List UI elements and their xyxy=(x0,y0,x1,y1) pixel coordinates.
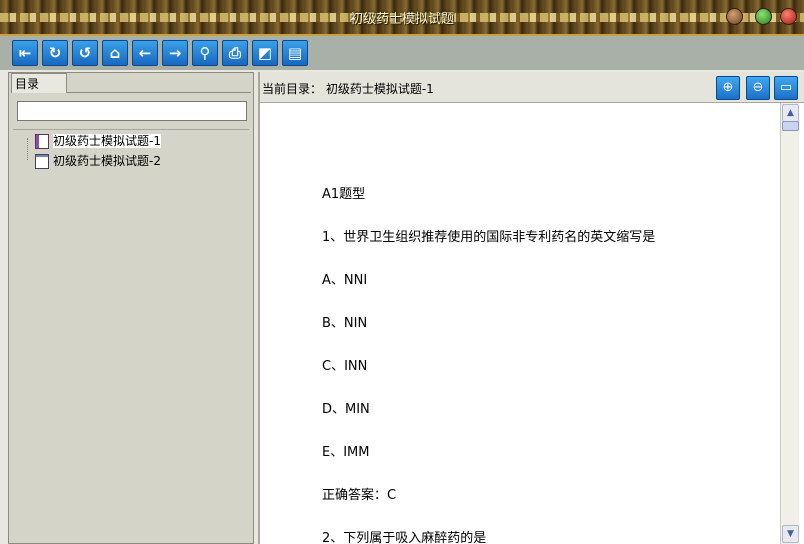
current-directory: 当前目录： 初级药士模拟试题-1 xyxy=(262,80,434,97)
toc-search-input[interactable] xyxy=(17,101,247,121)
close-button[interactable] xyxy=(780,8,797,25)
current-dir-value: 初级药士模拟试题-1 xyxy=(325,82,434,96)
maximize-button[interactable] xyxy=(755,8,772,25)
tab-toc[interactable]: 目录 xyxy=(11,73,67,93)
zoom-out-button[interactable]: ⊖ xyxy=(746,76,770,100)
zoom-in-button[interactable]: ⊕ xyxy=(716,76,740,100)
back-button[interactable]: ← xyxy=(132,40,158,66)
exit-icon: ⇤ xyxy=(18,44,32,62)
book-icon xyxy=(35,134,49,149)
search-button[interactable]: ⚲ xyxy=(192,40,218,66)
print-icon: ⎙ xyxy=(228,44,241,62)
content-header: 当前目录： 初级药士模拟试题-1 ⊕ ⊖ ▭ xyxy=(260,72,804,103)
refresh-icon: ↻ xyxy=(48,44,62,62)
toc-tree: 初级药士模拟试题-1 初级药士模拟试题-2 xyxy=(13,129,249,542)
notes-icon: ▤ xyxy=(287,44,303,62)
option-a: A、NNI xyxy=(322,273,368,288)
refresh-button[interactable]: ↻ xyxy=(42,40,68,66)
answer-text: 正确答案：C xyxy=(322,488,397,503)
tree-connector xyxy=(27,138,28,160)
bookmark-icon: ◩ xyxy=(257,44,273,62)
undo-icon: ↺ xyxy=(78,44,92,62)
notes-button[interactable]: ▤ xyxy=(282,40,308,66)
tab-divider xyxy=(67,92,251,93)
forward-button[interactable]: → xyxy=(162,40,188,66)
current-dir-label: 当前目录： xyxy=(262,82,323,96)
toolbar: ⇤ ↻ ↺ ⌂ ← → ⚲ ⎙ ◩ ▤ xyxy=(0,36,804,70)
question-text: 2、下列属于吸入麻醉药的是 xyxy=(322,531,487,544)
option-e: E、IMM xyxy=(322,445,370,460)
vertical-scrollbar[interactable]: ▲ ▼ xyxy=(780,103,799,544)
window-title: 初级药士模拟试题 xyxy=(349,12,454,27)
tree-item-label: 初级药士模拟试题-2 xyxy=(53,154,161,168)
page-icon xyxy=(35,154,49,169)
option-b: B、NIN xyxy=(322,316,368,331)
zoom-in-icon: ⊕ xyxy=(722,80,734,95)
home-button[interactable]: ⌂ xyxy=(102,40,128,66)
toc-panel: 目录 初级药士模拟试题-1 初级药士模拟试题-2 xyxy=(8,72,254,544)
exit-button[interactable]: ⇤ xyxy=(12,40,38,66)
print-button[interactable]: ⎙ xyxy=(222,40,248,66)
question-text: 1、世界卫生组织推荐使用的国际非专利药名的英文缩写是 xyxy=(322,230,656,245)
scroll-thumb[interactable] xyxy=(782,121,799,131)
undo-button[interactable]: ↺ xyxy=(72,40,98,66)
home-icon: ⌂ xyxy=(109,44,121,62)
zoom-out-icon: ⊖ xyxy=(752,80,764,95)
option-c: C、INN xyxy=(322,359,368,374)
option-d: D、MIN xyxy=(322,402,370,417)
forward-arrow-icon: → xyxy=(168,44,182,62)
bookmark-button[interactable]: ◩ xyxy=(252,40,278,66)
chevron-up-icon: ▲ xyxy=(787,108,794,118)
fullscreen-button[interactable]: ▭ xyxy=(774,76,798,100)
tree-item-test-1[interactable]: 初级药士模拟试题-1 xyxy=(35,132,161,150)
fullscreen-icon: ▭ xyxy=(779,80,793,95)
document-content: A1题型 1、世界卫生组织推荐使用的国际非专利药名的英文缩写是 A、NNI B、… xyxy=(260,103,780,544)
chevron-down-icon: ▼ xyxy=(787,529,794,539)
section-heading: A1题型 xyxy=(322,187,366,202)
title-bar[interactable]: 初级药士模拟试题 xyxy=(0,0,804,36)
content-panel: 当前目录： 初级药士模拟试题-1 ⊕ ⊖ ▭ A1题型 1、世界卫生组织推荐使用… xyxy=(258,72,804,544)
search-icon: ⚲ xyxy=(199,44,211,62)
minimize-button[interactable] xyxy=(726,8,743,25)
tree-item-label: 初级药士模拟试题-1 xyxy=(53,134,161,148)
back-arrow-icon: ← xyxy=(138,44,152,62)
tree-item-test-2[interactable]: 初级药士模拟试题-2 xyxy=(35,152,161,170)
scroll-up-button[interactable]: ▲ xyxy=(782,104,799,122)
scroll-down-button[interactable]: ▼ xyxy=(782,525,799,543)
